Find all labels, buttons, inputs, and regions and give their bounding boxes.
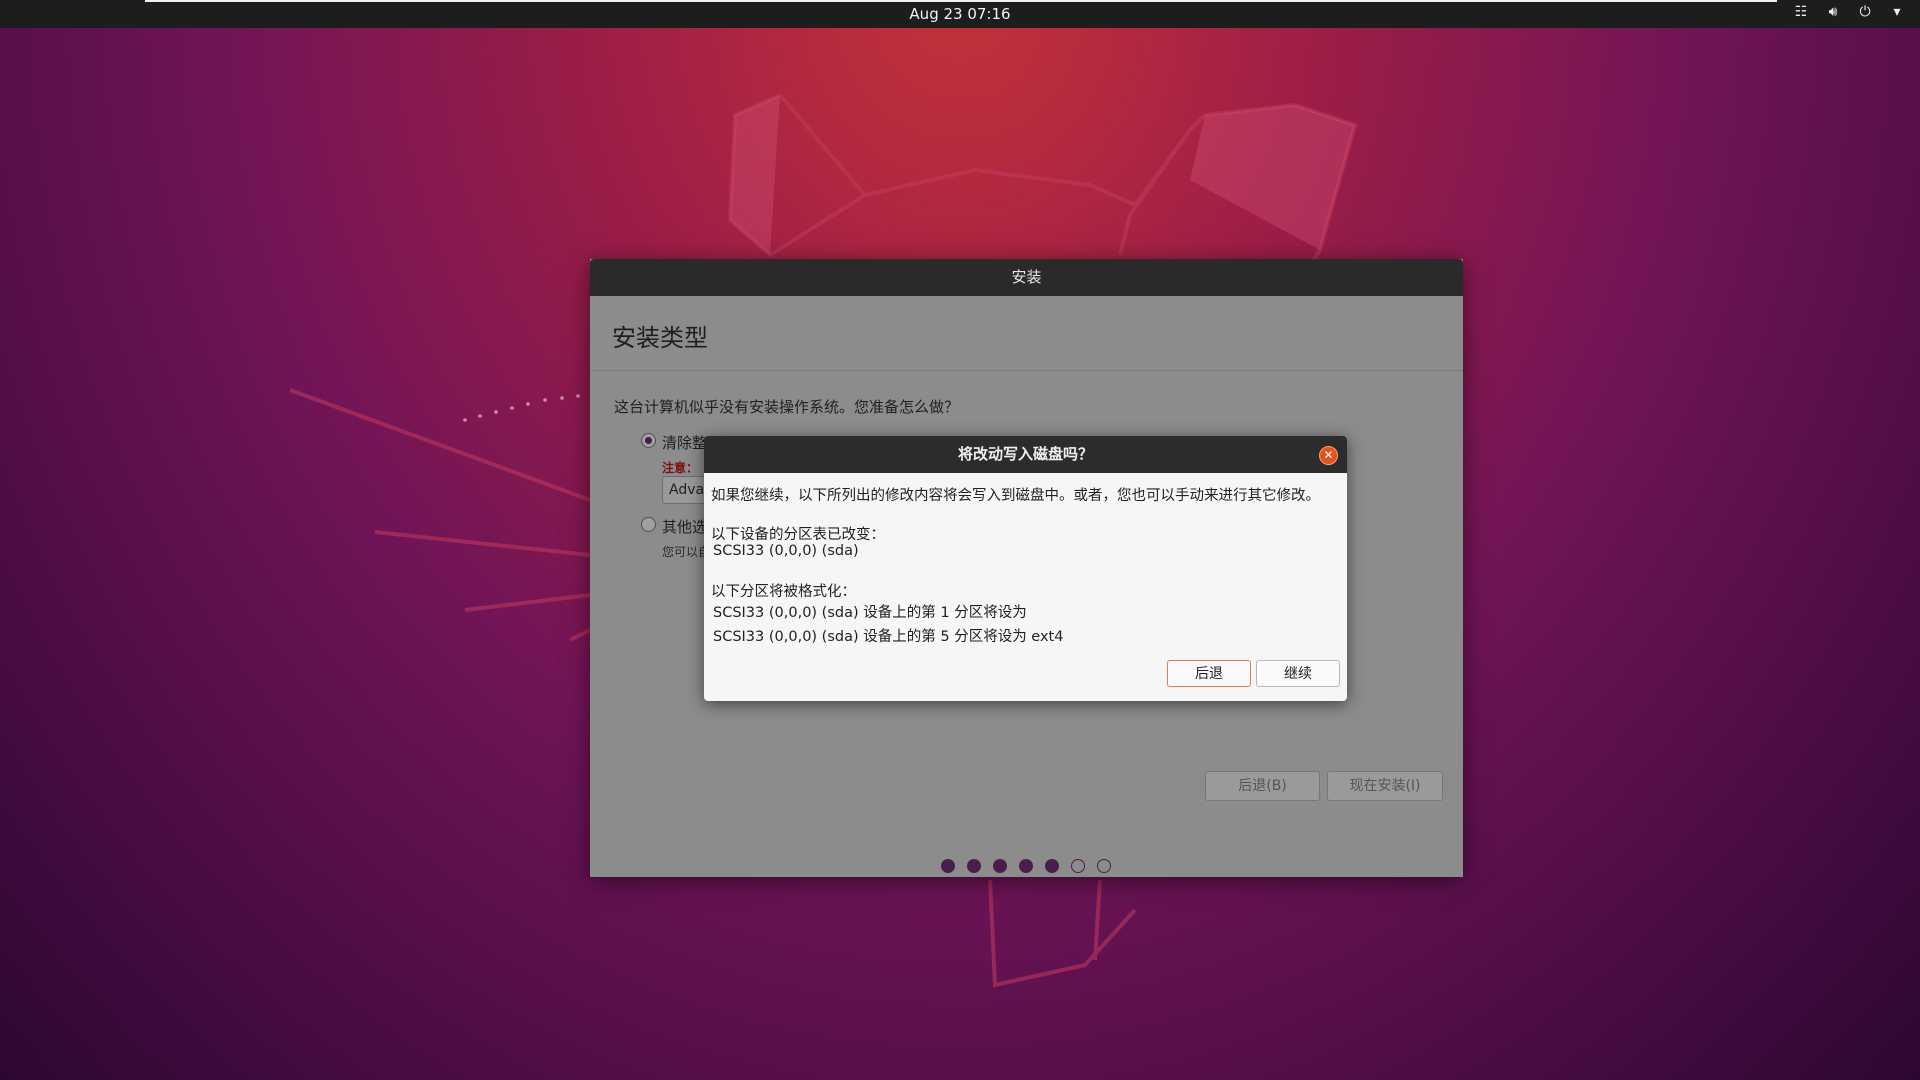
erase-disk-radio[interactable] bbox=[641, 433, 656, 448]
progress-dot bbox=[967, 859, 981, 873]
top-bar-highlight bbox=[145, 0, 1777, 2]
back-button[interactable]: 后退(B) bbox=[1205, 771, 1320, 801]
dialog-titlebar: 将改动写入磁盘吗？ ✕ bbox=[704, 436, 1347, 473]
something-else-description: 您可以自 bbox=[662, 545, 711, 559]
something-else-label[interactable]: 其他选 bbox=[662, 516, 707, 537]
progress-dot bbox=[941, 859, 955, 873]
progress-dot bbox=[1019, 859, 1033, 873]
install-question: 这台计算机似乎没有安装操作系统。您准备怎么做？ bbox=[614, 398, 960, 416]
progress-dot bbox=[1097, 859, 1111, 873]
format-heading: 以下分区将被格式化： bbox=[711, 584, 856, 600]
format-line: SCSI33 (0,0,0) (sda) 设备上的第 1 分区将设为 bbox=[713, 605, 1027, 621]
install-now-button[interactable]: 现在安装(I) bbox=[1327, 771, 1443, 801]
heading-divider bbox=[590, 370, 1463, 371]
clock[interactable]: Aug 23 07:16 bbox=[0, 5, 1920, 23]
progress-dot bbox=[1045, 859, 1059, 873]
top-bar: Aug 23 07:16 ☷ 🔊︎ ⏻ ▾ bbox=[0, 0, 1920, 28]
power-icon[interactable]: ⏻ bbox=[1856, 4, 1874, 20]
partition-table-device: SCSI33 (0,0,0) (sda) bbox=[713, 543, 859, 559]
volume-icon[interactable]: 🔊︎ bbox=[1824, 4, 1842, 20]
dialog-back-button[interactable]: 后退 bbox=[1167, 660, 1251, 687]
dialog-continue-button[interactable]: 继续 bbox=[1256, 660, 1340, 687]
dialog-body: 如果您继续，以下所列出的修改内容将会写入到磁盘中。或者，您也可以手动来进行其它修… bbox=[704, 473, 1347, 701]
dialog-intro: 如果您继续，以下所列出的修改内容将会写入到磁盘中。或者，您也可以手动来进行其它修… bbox=[711, 488, 1320, 504]
erase-disk-note: 注意： bbox=[662, 461, 699, 475]
dialog-title: 将改动写入磁盘吗？ bbox=[957, 445, 1093, 463]
page-title: 安装类型 bbox=[612, 324, 708, 352]
chevron-down-icon[interactable]: ▾ bbox=[1888, 4, 1906, 20]
partition-table-heading: 以下设备的分区表已改变： bbox=[711, 527, 885, 543]
network-icon[interactable]: ☷ bbox=[1792, 4, 1810, 20]
something-else-radio[interactable] bbox=[641, 517, 656, 532]
progress-dot bbox=[1071, 859, 1085, 873]
progress-dots bbox=[941, 859, 1111, 873]
system-tray[interactable]: ☷ 🔊︎ ⏻ ▾ bbox=[1792, 4, 1906, 20]
write-changes-dialog: 将改动写入磁盘吗？ ✕ 如果您继续，以下所列出的修改内容将会写入到磁盘中。或者，… bbox=[704, 436, 1347, 701]
erase-disk-label[interactable]: 清除整 bbox=[662, 432, 707, 453]
progress-dot bbox=[993, 859, 1007, 873]
close-icon[interactable]: ✕ bbox=[1319, 446, 1338, 465]
format-line: SCSI33 (0,0,0) (sda) 设备上的第 5 分区将设为 ext4 bbox=[713, 629, 1064, 645]
installer-title: 安装 bbox=[590, 259, 1463, 296]
